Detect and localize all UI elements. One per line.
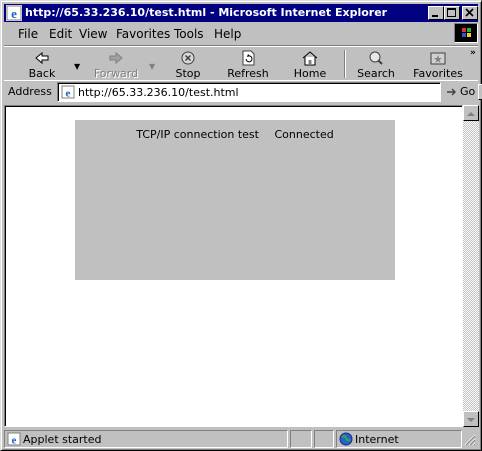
menu-edit[interactable]: Edit <box>49 27 72 41</box>
svg-text:e: e <box>66 88 71 100</box>
arrow-down-icon <box>467 418 475 422</box>
search-button[interactable]: Search <box>348 48 404 80</box>
back-label: Back <box>28 67 56 80</box>
search-icon <box>369 51 383 65</box>
close-icon <box>465 8 474 17</box>
minimize-button[interactable] <box>428 6 444 20</box>
stop-icon <box>181 51 195 65</box>
stop-label: Stop <box>175 67 201 80</box>
windows-logo-icon <box>454 23 478 43</box>
stop-button[interactable]: Stop <box>160 48 216 80</box>
title-bar[interactable]: e http://65.33.236.10/test.html - Micros… <box>4 4 478 22</box>
home-button[interactable]: Home <box>282 48 338 80</box>
window-title: http://65.33.236.10/test.html - Microsof… <box>25 6 388 19</box>
minimize-icon <box>432 15 438 17</box>
zone-text: Internet <box>355 433 399 446</box>
address-bar: Address e http://65.33.236.10/test.html … <box>4 81 482 103</box>
status-pane: e Applet started <box>4 430 288 448</box>
vertical-scrollbar[interactable] <box>463 105 479 427</box>
menu-view[interactable]: View <box>79 27 107 41</box>
scroll-down-button[interactable] <box>463 411 479 427</box>
menu-file[interactable]: File <box>18 27 38 41</box>
go-arrow-icon <box>447 88 456 96</box>
refresh-label: Refresh <box>227 67 269 80</box>
arrow-up-icon <box>467 112 475 116</box>
address-input[interactable]: e http://65.33.236.10/test.html <box>57 82 482 102</box>
go-label: Go <box>460 85 476 98</box>
svg-text:e: e <box>11 6 17 21</box>
menu-favorites[interactable]: Favorites <box>116 27 170 41</box>
back-button[interactable]: Back <box>14 48 70 80</box>
browser-window: e http://65.33.236.10/test.html - Micros… <box>0 0 482 451</box>
home-label: Home <box>293 67 327 80</box>
status-pane-secure <box>314 430 334 448</box>
ie-logo-icon: e <box>6 5 22 21</box>
page-status-icon: e <box>7 432 21 446</box>
globe-icon <box>339 432 353 446</box>
back-arrow-icon <box>35 51 49 65</box>
connection-status: TCP/IP connection test Connected <box>75 128 395 141</box>
menu-bar: File Edit View Favorites Tools Help <box>4 23 478 43</box>
favorites-label: Favorites <box>413 67 463 80</box>
zone-pane: Internet <box>336 430 462 448</box>
close-button[interactable] <box>462 6 478 20</box>
go-button[interactable]: Go <box>445 83 477 101</box>
page-content: TCP/IP connection test Connected <box>4 105 463 427</box>
toolbar-chevron-icon[interactable]: » <box>470 48 476 58</box>
resize-grip-icon[interactable] <box>462 432 476 446</box>
page-icon: e <box>61 85 75 99</box>
forward-dropdown-icon[interactable]: ▼ <box>149 62 155 71</box>
connection-value: Connected <box>274 128 334 141</box>
refresh-button[interactable]: Refresh <box>220 48 276 80</box>
maximize-icon <box>447 8 456 17</box>
status-text: Applet started <box>23 433 102 446</box>
back-dropdown-icon[interactable]: ▼ <box>74 62 80 71</box>
status-pane-progress <box>290 430 312 448</box>
forward-arrow-icon <box>109 51 123 65</box>
home-icon <box>302 51 318 66</box>
favorites-button[interactable]: Favorites <box>410 48 466 80</box>
toolbar-separator <box>344 50 346 78</box>
address-value[interactable]: http://65.33.236.10/test.html <box>78 86 239 99</box>
applet-panel: TCP/IP connection test Connected <box>75 120 395 280</box>
forward-label: Forward <box>93 67 139 80</box>
connection-label: TCP/IP connection test <box>136 128 259 141</box>
scroll-up-button[interactable] <box>463 105 479 121</box>
address-dropdown-button[interactable] <box>478 84 482 100</box>
forward-button[interactable]: Forward <box>88 48 144 80</box>
standard-toolbar: Back ▼ Forward ▼ Stop Refresh Home Searc… <box>4 45 478 81</box>
favorites-icon <box>430 52 446 65</box>
menu-help[interactable]: Help <box>214 27 241 41</box>
maximize-button[interactable] <box>444 6 460 20</box>
search-label: Search <box>357 67 395 80</box>
menu-tools[interactable]: Tools <box>174 27 204 41</box>
svg-text:e: e <box>12 435 17 447</box>
status-bar: e Applet started Internet <box>4 430 478 448</box>
address-label: Address <box>8 85 52 98</box>
refresh-icon <box>242 50 255 66</box>
